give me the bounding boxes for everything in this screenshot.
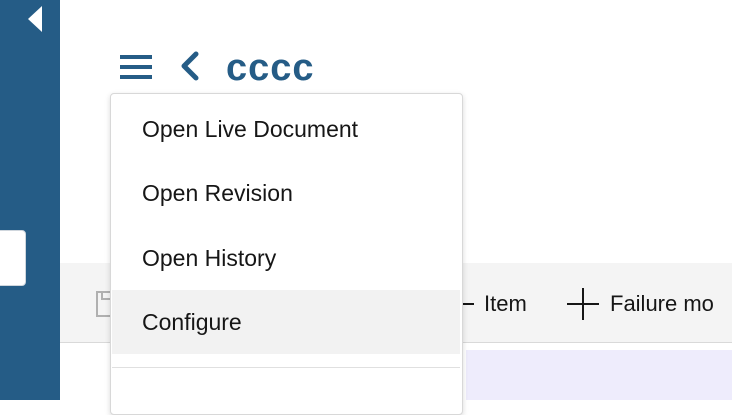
menu-item-open-history[interactable]: Open History [112,226,460,290]
menu-item-open-live-document[interactable]: Open Live Document [112,97,460,161]
rail-search-input[interactable] [0,230,26,286]
collapse-rail-button[interactable] [24,6,48,32]
add-failure-mode-label: Failure mo [610,291,714,316]
add-failure-mode-button[interactable]: Failure mo [566,286,714,322]
menu-item-open-revision[interactable]: Open Revision [112,161,460,225]
menu-button[interactable] [118,52,154,82]
content-row-highlight [466,350,732,400]
add-item-label: Item [484,291,527,316]
menu-item-label: Open History [142,244,277,271]
menu-item-configure[interactable]: Configure [112,290,460,354]
document-menu: Open Live Document Open Revision Open Hi… [110,93,463,415]
menu-item-label: Open Live Document [142,115,359,142]
menu-divider [112,367,460,368]
add-item-button[interactable]: Item [456,286,527,322]
left-navigation-rail [0,0,60,400]
plus-icon [567,288,599,320]
menu-item-label: Open Revision [142,179,293,206]
caret-left-icon [28,6,42,32]
page-title: cccc [226,47,315,89]
back-button[interactable] [176,50,202,82]
hamburger-icon [120,55,152,79]
chevron-left-icon [181,51,199,81]
menu-item-label: Configure [142,308,242,335]
